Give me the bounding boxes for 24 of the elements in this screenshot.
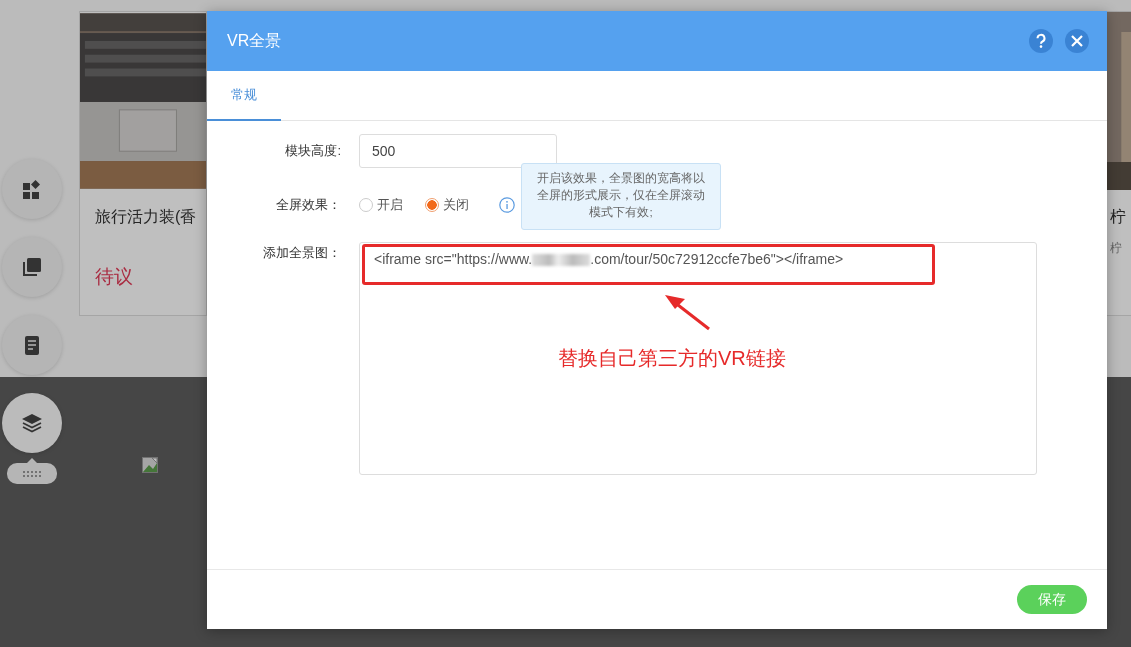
- arrow-icon: [665, 293, 711, 331]
- tooltip: 开启该效果，全景图的宽高将以全屏的形式展示，仅在全屏滚动模式下有效;: [521, 163, 721, 230]
- status-label: 待议: [95, 265, 134, 289]
- radio-option[interactable]: 关闭: [425, 196, 469, 214]
- info-icon[interactable]: [499, 197, 515, 213]
- product-subtitle: 柠: [1110, 240, 1123, 257]
- layers-icon: [20, 412, 44, 434]
- dialog-title: VR全景: [227, 30, 283, 51]
- widgets-icon: [21, 178, 43, 200]
- field-label: 全屏效果：: [275, 196, 341, 214]
- product-title: 柠: [1110, 207, 1127, 227]
- copy-icon: [21, 256, 43, 278]
- broken-image-icon: [142, 457, 158, 473]
- radio-option[interactable]: 开启: [359, 196, 403, 214]
- annotation-text: 替换自己第三方的VR链接: [558, 346, 786, 371]
- grip-icon: [23, 470, 41, 477]
- field-label: 添加全景图：: [262, 244, 341, 262]
- field-label: 模块高度:: [284, 142, 341, 160]
- close-icon[interactable]: [1065, 29, 1089, 53]
- height-input[interactable]: 500: [359, 134, 557, 168]
- help-icon[interactable]: [1029, 29, 1053, 53]
- tab[interactable]: 常规: [207, 71, 281, 121]
- redaction-blur: [532, 254, 591, 267]
- product-title: 旅行活力装(香: [95, 207, 198, 227]
